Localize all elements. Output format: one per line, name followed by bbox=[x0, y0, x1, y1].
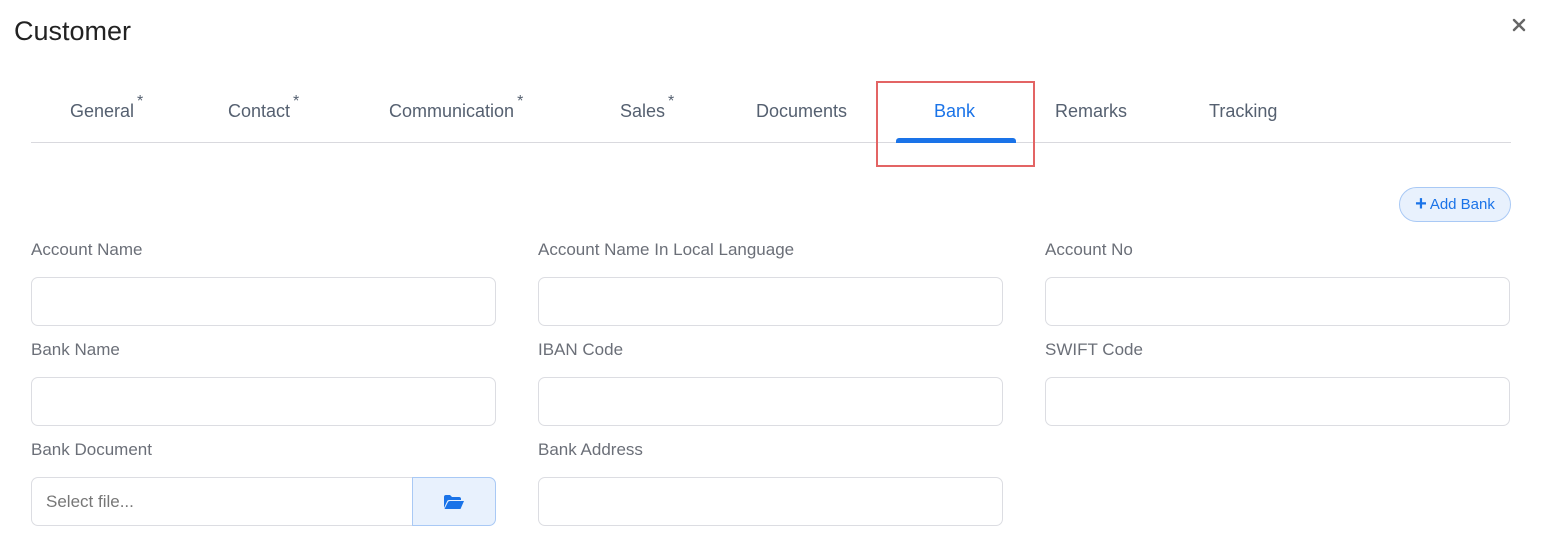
tab-label: Documents bbox=[756, 100, 848, 121]
iban-code-input[interactable] bbox=[538, 377, 1003, 426]
close-button[interactable] bbox=[1508, 14, 1530, 36]
browse-file-button[interactable] bbox=[412, 477, 496, 526]
account-name-label: Account Name bbox=[31, 240, 143, 259]
tab-documents[interactable]: Documents bbox=[756, 80, 847, 142]
customer-dialog: Customer General * Contact * Communication… bbox=[0, 0, 1543, 559]
iban-code-field: IBAN Code bbox=[538, 338, 1003, 426]
bank-address-input[interactable] bbox=[538, 477, 1003, 526]
bank-name-label: Bank Name bbox=[31, 340, 120, 359]
close-icon bbox=[1512, 18, 1526, 32]
plus-icon: + bbox=[1415, 192, 1427, 215]
add-bank-label: Add Bank bbox=[1429, 196, 1495, 213]
account-no-field: Account No bbox=[1045, 238, 1510, 326]
iban-code-label: IBAN Code bbox=[538, 340, 624, 359]
bank-name-field: Bank Name bbox=[31, 338, 496, 426]
account-no-label: Account No bbox=[1045, 240, 1133, 259]
file-picker bbox=[31, 477, 496, 526]
account-name-field: Account Name bbox=[31, 238, 496, 326]
tab-label: General bbox=[70, 100, 135, 121]
tab-bar: General * Contact * Communication * Sales * … bbox=[31, 80, 1511, 143]
tab-label: Contact bbox=[228, 100, 291, 121]
swift-code-label: SWIFT Code bbox=[1045, 340, 1143, 359]
bank-document-field: Bank Document bbox=[31, 438, 496, 526]
bank-address-label: Bank Address bbox=[538, 440, 643, 459]
add-bank-button[interactable]: + Add Bank bbox=[1399, 187, 1511, 222]
account-no-input[interactable] bbox=[1045, 277, 1510, 326]
tab-communication[interactable]: Communication * bbox=[389, 80, 523, 142]
dialog-title: Customer bbox=[14, 16, 132, 46]
account-name-input[interactable] bbox=[31, 277, 496, 326]
account-name-local-field: Account Name In Local Language bbox=[538, 238, 1003, 326]
swift-code-input[interactable] bbox=[1045, 377, 1510, 426]
tab-tracking[interactable]: Tracking bbox=[1209, 80, 1277, 142]
tab-label: Sales bbox=[620, 100, 666, 121]
swift-code-field: SWIFT Code bbox=[1045, 338, 1510, 426]
required-marker: * bbox=[517, 93, 524, 110]
tab-sales[interactable]: Sales * bbox=[620, 80, 674, 142]
tab-contact[interactable]: Contact * bbox=[228, 80, 299, 142]
account-name-local-input[interactable] bbox=[538, 277, 1003, 326]
required-marker: * bbox=[137, 93, 144, 110]
required-marker: * bbox=[293, 93, 300, 110]
bank-document-input[interactable] bbox=[31, 477, 412, 526]
tab-remarks[interactable]: Remarks bbox=[1055, 80, 1127, 142]
account-name-local-label: Account Name In Local Language bbox=[538, 240, 795, 259]
highlight-box bbox=[876, 81, 1035, 167]
tab-label: Communication bbox=[389, 100, 515, 121]
required-marker: * bbox=[668, 93, 675, 110]
tab-general[interactable]: General * bbox=[70, 80, 143, 142]
tab-label: Remarks bbox=[1055, 100, 1128, 121]
tab-label: Tracking bbox=[1209, 100, 1278, 121]
bank-address-field: Bank Address bbox=[538, 438, 1003, 526]
folder-open-icon bbox=[444, 494, 464, 509]
bank-document-label: Bank Document bbox=[31, 440, 152, 459]
bank-name-input[interactable] bbox=[31, 377, 496, 426]
